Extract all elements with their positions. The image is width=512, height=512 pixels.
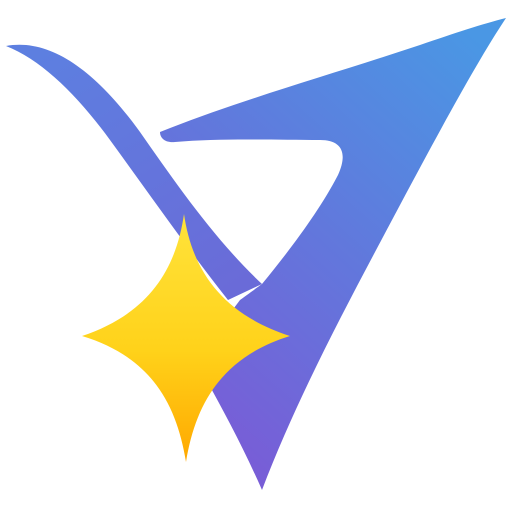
logo-svg: [6, 18, 506, 490]
logo-container: [0, 0, 512, 512]
v-mark-icon: [6, 18, 506, 490]
v-left-arm: [6, 44, 262, 300]
